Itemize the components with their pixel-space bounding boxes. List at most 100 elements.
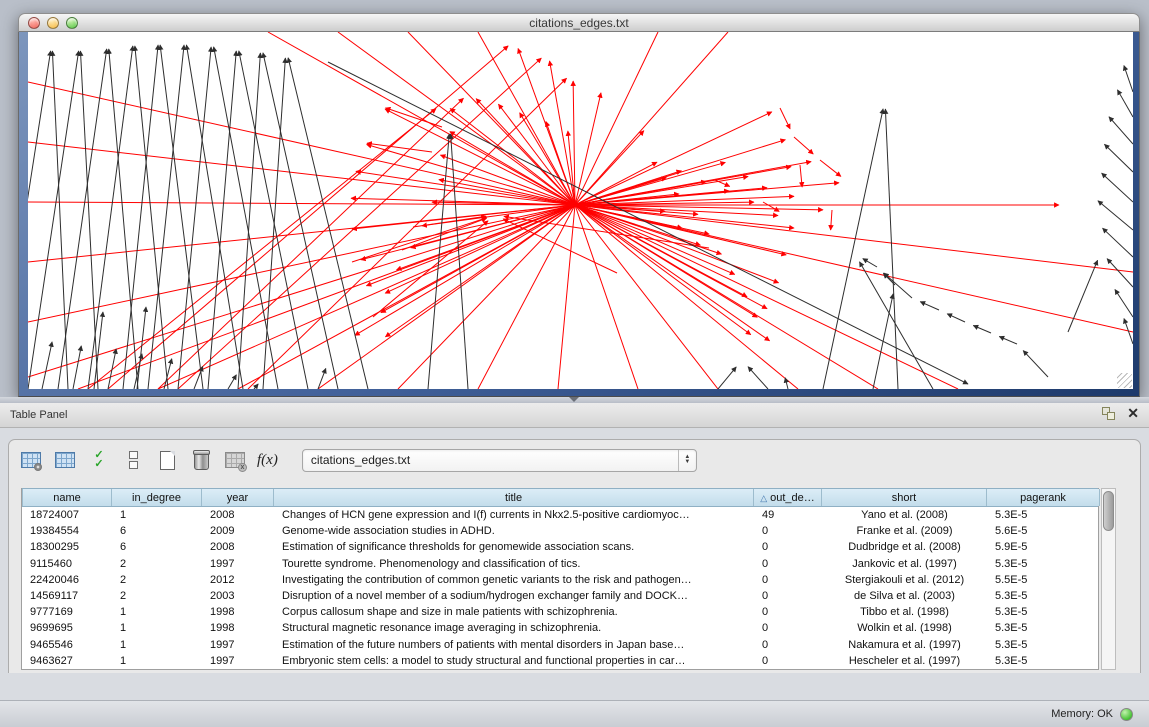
dropdown-stepper-icon: ▲▼ [678,450,696,471]
table-cell: 5.3E-5 [987,556,1100,572]
toggle-panels-icon[interactable] [121,449,145,471]
table-cell: 1 [112,637,202,653]
table-cell: 1 [112,653,202,669]
table-vertical-scrollbar[interactable] [1101,488,1116,670]
table-cell: Structural magnetic resonance image aver… [274,620,754,636]
table-cell: Jankovic et al. (1997) [822,556,987,572]
table-cell: Investigating the contribution of common… [274,572,754,588]
table-row[interactable]: 946554611997Estimation of the future num… [22,637,1098,653]
create-column-icon[interactable] [155,449,179,471]
delete-table-icon: x [223,449,247,471]
table-cell: 5.3E-5 [987,637,1100,653]
table-cell: 6 [112,523,202,539]
select-rows-icon[interactable]: ✓✓ [87,449,111,471]
table-cell: Dudbridge et al. (2008) [822,539,987,555]
float-panel-icon[interactable] [1102,407,1115,420]
table-cell: Estimation of significance thresholds fo… [274,539,754,555]
table-cell: 2 [112,588,202,604]
window-titlebar[interactable]: citations_edges.txt [18,13,1140,32]
table-cell: 0 [754,588,822,604]
table-row[interactable]: 1456911722003Disruption of a novel membe… [22,588,1098,604]
table-cell: Tibbo et al. (1998) [822,604,987,620]
table-cell: 2003 [202,588,274,604]
table-cell: Franke et al. (2009) [822,523,987,539]
table-row[interactable]: 977716911998Corpus callosum shape and si… [22,604,1098,620]
table-cell: 9699695 [22,620,112,636]
table-cell: 0 [754,620,822,636]
zoom-window-icon[interactable] [66,17,78,29]
column-header-short[interactable]: short [822,489,987,506]
function-builder-icon[interactable]: f(x) [257,452,278,469]
table-toolbar: ✓✓ x f(x) citations_edges.txt ▲▼ [9,440,1140,480]
table-row[interactable]: 946362711997Embryonic stem cells: a mode… [22,653,1098,669]
table-cell: 0 [754,653,822,669]
table-cell: 0 [754,539,822,555]
splitter-collapse-icon[interactable] [569,397,579,402]
table-row[interactable]: 1830029562008Estimation of significance … [22,539,1098,555]
table-cell: 5.3E-5 [987,653,1100,669]
table-row[interactable]: 2242004622012Investigating the contribut… [22,572,1098,588]
table-cell: 6 [112,539,202,555]
table-cell: 22420046 [22,572,112,588]
table-cell: 1997 [202,653,274,669]
table-cell: Yano et al. (2008) [822,507,987,523]
close-window-icon[interactable] [28,17,40,29]
table-browser: ✓✓ x f(x) citations_edges.txt ▲▼ namein_… [8,439,1141,673]
delete-column-icon[interactable] [189,449,213,471]
scrollbar-thumb[interactable] [1103,491,1114,531]
table-cell: 2008 [202,539,274,555]
table-row[interactable]: 1938455462009Genome-wide association stu… [22,523,1098,539]
table-cell: Tourette syndrome. Phenomenology and cla… [274,556,754,572]
table-cell: 5.3E-5 [987,604,1100,620]
table-cell: 9465546 [22,637,112,653]
table-cell: 0 [754,637,822,653]
table-cell: 1998 [202,620,274,636]
table-row[interactable]: 1872400712008Changes of HCN gene express… [22,507,1098,523]
column-header-out_de[interactable]: △out_de… [754,489,822,506]
table-cell: 5.6E-5 [987,523,1100,539]
close-panel-icon[interactable]: ✕ [1127,407,1139,420]
black-edges-layer [28,45,1133,389]
table-cell: Wolkin et al. (1998) [822,620,987,636]
table-selector[interactable]: citations_edges.txt ▲▼ [302,449,697,472]
minimize-window-icon[interactable] [47,17,59,29]
table-panel-header: Table Panel ✕ [0,403,1149,428]
column-header-in_degree[interactable]: in_degree [112,489,202,506]
table-row[interactable]: 911546021997Tourette syndrome. Phenomeno… [22,556,1098,572]
table-cell: de Silva et al. (2003) [822,588,987,604]
column-header-pagerank[interactable]: pagerank [987,489,1100,506]
table-cell: Changes of HCN gene expression and I(f) … [274,507,754,523]
table-cell: 5.9E-5 [987,539,1100,555]
table-cell: 18300295 [22,539,112,555]
table-mode-icon[interactable] [19,449,43,471]
column-header-name[interactable]: name [22,489,112,506]
table-cell: Embryonic stem cells: a model to study s… [274,653,754,669]
table-cell: 2 [112,572,202,588]
table-cell: 0 [754,556,822,572]
table-cell: 9463627 [22,653,112,669]
table-cell: 5.3E-5 [987,507,1100,523]
network-canvas[interactable] [28,32,1133,389]
table-cell: 0 [754,572,822,588]
red-edges-layer [28,32,1133,389]
table-cell: 5.5E-5 [987,572,1100,588]
table-cell: 5.3E-5 [987,588,1100,604]
table-cell: Disruption of a novel member of a sodium… [274,588,754,604]
show-columns-icon[interactable] [53,449,77,471]
sort-ascending-icon: △ [760,493,767,503]
table-cell: 1997 [202,556,274,572]
column-header-year[interactable]: year [202,489,274,506]
table-cell: 0 [754,604,822,620]
table-cell: 49 [754,507,822,523]
table-row[interactable]: 969969511998Structural magnetic resonanc… [22,620,1098,636]
table-cell: Estimation of the future numbers of pati… [274,637,754,653]
table-cell: Stergiakouli et al. (2012) [822,572,987,588]
table-cell: 14569117 [22,588,112,604]
table-cell: 18724007 [22,507,112,523]
network-window: citations_edges.txt [18,13,1140,397]
resize-grip-icon[interactable] [1117,373,1132,388]
column-header-title[interactable]: title [274,489,754,506]
traffic-lights [28,17,78,29]
table-cell: Corpus callosum shape and size in male p… [274,604,754,620]
table-cell: 2 [112,556,202,572]
